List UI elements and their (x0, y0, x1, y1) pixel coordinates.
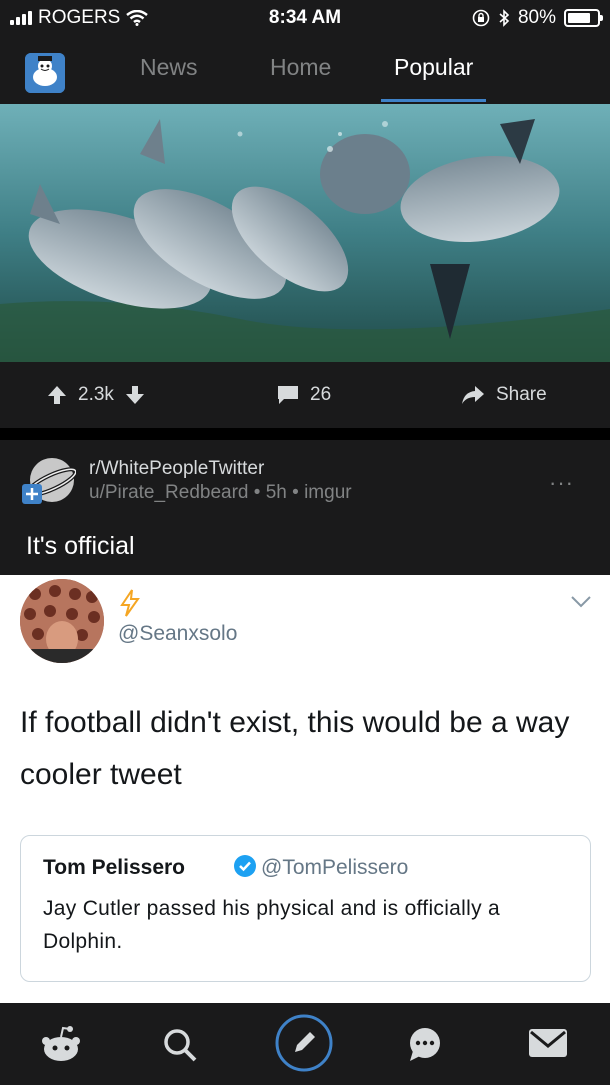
post-domain[interactable]: imgur (304, 482, 352, 503)
comment-count: 26 (310, 384, 332, 405)
downvote-arrow-icon[interactable] (124, 384, 146, 406)
battery-percent: 80% (517, 7, 556, 28)
bottom-tab-bar (0, 1003, 610, 1085)
user-avatar-button[interactable] (25, 53, 65, 93)
chat-icon[interactable] (405, 1025, 445, 1070)
feed-post[interactable]: r/WhitePeopleTwitter u/Pirate_Redbeard •… (0, 440, 610, 575)
upvote-arrow-icon[interactable] (46, 384, 68, 406)
orientation-lock-icon (472, 9, 490, 27)
tweet-screenshot: @Seanxsolo If football didn't exist, thi… (0, 575, 610, 1003)
more-options-icon[interactable]: ··· (549, 470, 574, 496)
vote-group: 2.3k (46, 384, 146, 406)
tab-home[interactable]: Home (270, 54, 331, 102)
comment-bubble-icon (278, 386, 298, 404)
home-icon[interactable] (40, 1025, 82, 1068)
tweet-avatar (20, 579, 104, 663)
post-image-dolphins[interactable] (0, 104, 610, 362)
share-label: Share (496, 384, 547, 405)
chevron-down-icon (570, 595, 592, 614)
battery-icon (564, 9, 603, 27)
tweet-text: If football didn't exist, this would be … (20, 706, 570, 791)
status-right: 80% (472, 7, 603, 29)
subreddit-name[interactable]: r/WhitePeopleTwitter (89, 458, 264, 480)
meta-separator: • (292, 482, 305, 503)
quoted-handle: @TomPelissero (261, 856, 409, 879)
verified-badge-icon (233, 854, 257, 883)
post-author[interactable]: u/Pirate_Redbeard (89, 482, 249, 503)
inbox-icon[interactable] (527, 1025, 569, 1066)
meta-separator: • (253, 482, 266, 503)
comments-button[interactable]: 26 (276, 384, 331, 406)
post-title[interactable]: It's official (26, 532, 135, 561)
share-button[interactable]: Share (460, 384, 547, 406)
search-icon[interactable] (160, 1025, 200, 1070)
top-navigation: News Home Popular (0, 36, 610, 104)
quoted-author-name: Tom Pelissero (43, 856, 185, 879)
subreddit-avatar[interactable] (22, 454, 78, 508)
feed-divider (0, 428, 610, 440)
share-arrow-icon (462, 386, 484, 404)
post-actions-bar: 2.3k 26 Share (0, 362, 610, 428)
tab-popular[interactable]: Popular (381, 54, 487, 102)
create-post-icon[interactable] (274, 1013, 334, 1078)
tweet-handle: @Seanxsolo (118, 622, 238, 645)
quoted-text: Jay Cutler passed his physical and is of… (43, 897, 500, 953)
snoo-avatar-icon (25, 53, 65, 93)
vote-count: 2.3k (78, 384, 114, 405)
lightning-bolt-icon (118, 588, 142, 625)
post-age: 5h (265, 482, 287, 503)
post-meta: u/Pirate_Redbeard • 5h • imgur (89, 482, 352, 504)
quoted-tweet: Tom Pelissero @TomPelissero Jay Cutler p… (20, 835, 591, 982)
status-bar: ROGERS 8:34 AM 80% (0, 0, 610, 36)
bluetooth-icon (499, 9, 510, 27)
tab-news[interactable]: News (140, 54, 198, 102)
